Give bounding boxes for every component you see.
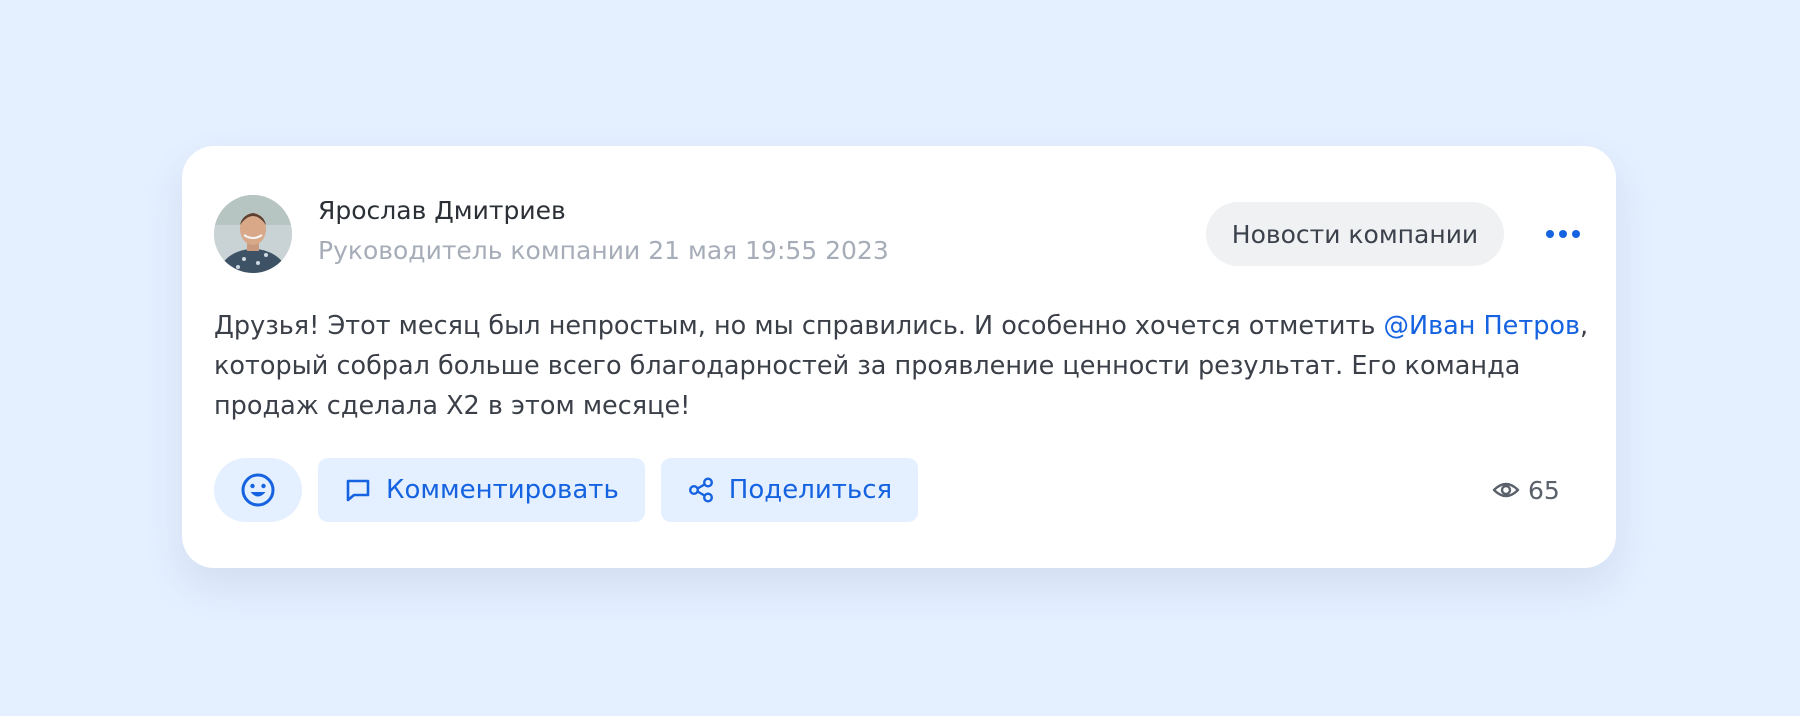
smile-icon bbox=[241, 473, 275, 507]
author-name[interactable]: Ярослав Дмитриев bbox=[318, 196, 566, 225]
post-card: Ярослав Дмитриев Руководитель компании 21… bbox=[182, 146, 1616, 568]
share-icon bbox=[688, 477, 713, 503]
views-count: 65 bbox=[1528, 475, 1560, 505]
post-text-segment: , bbox=[1580, 311, 1589, 341]
post-text-segment: Друзья! Этот месяц был непростым, но мы … bbox=[214, 311, 1384, 341]
author-role: Руководитель компании bbox=[318, 236, 641, 265]
avatar[interactable] bbox=[214, 195, 292, 273]
post-actions: Комментировать Поделиться bbox=[214, 458, 919, 522]
post-text-line-1: Друзья! Этот месяц был непростым, но мы … bbox=[214, 306, 1594, 346]
react-button[interactable] bbox=[214, 458, 302, 522]
comment-button[interactable]: Комментировать bbox=[318, 458, 645, 522]
post-text: Друзья! Этот месяц был непростым, но мы … bbox=[214, 306, 1594, 426]
eye-icon bbox=[1492, 482, 1520, 498]
more-dots-icon bbox=[1546, 230, 1580, 238]
comment-icon bbox=[346, 479, 370, 502]
author-meta: Руководитель компании 21 мая 19:55 2023 bbox=[318, 236, 889, 265]
post-text-line-2: который собрал больше всего благодарност… bbox=[214, 351, 1521, 381]
views-counter: 65 bbox=[1492, 472, 1560, 508]
mention-link[interactable]: @Иван Петров bbox=[1384, 311, 1581, 341]
category-badge[interactable]: Новости компании bbox=[1206, 202, 1504, 266]
comment-label: Комментировать bbox=[386, 475, 619, 505]
more-options-button[interactable] bbox=[1537, 218, 1589, 250]
avatar-image bbox=[214, 195, 292, 273]
post-text-line-3: продаж сделала X2 в этом месяце! bbox=[214, 391, 691, 421]
share-label: Поделиться bbox=[728, 475, 893, 505]
share-button[interactable]: Поделиться bbox=[660, 458, 919, 522]
post-date: 21 мая 19:55 2023 bbox=[648, 236, 889, 265]
